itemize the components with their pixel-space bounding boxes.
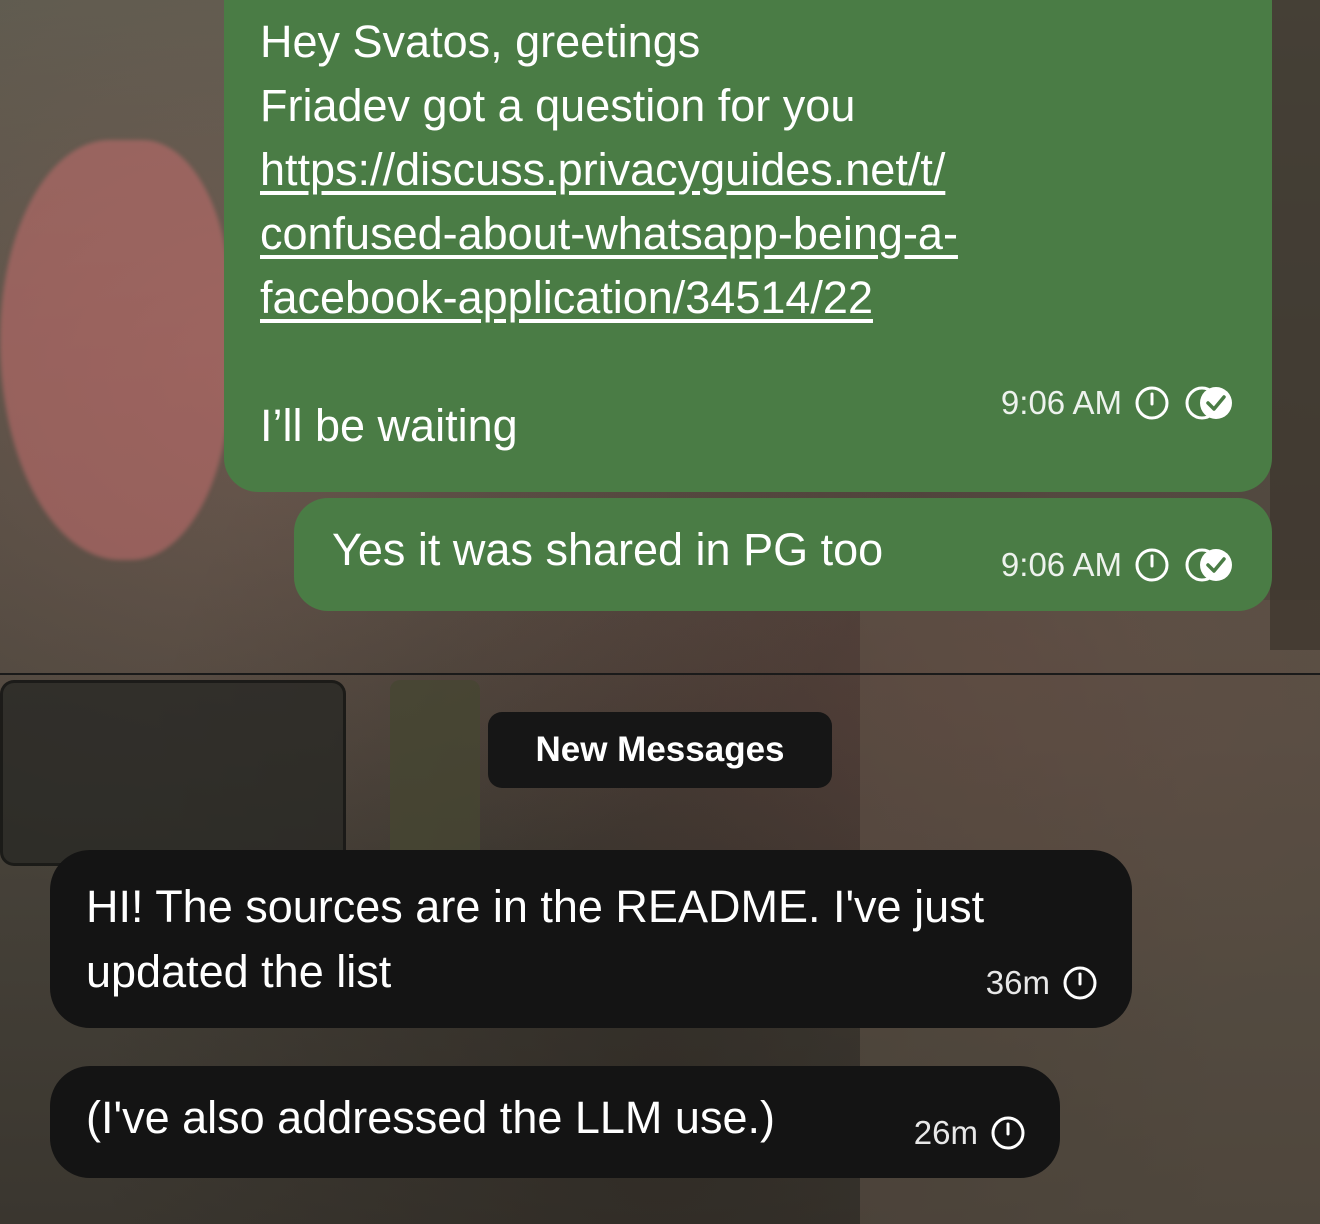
wallpaper-boot <box>390 680 480 870</box>
message-meta: 9:06 AM <box>1001 546 1236 584</box>
message-link[interactable]: confused-about-whatsapp-being-a- <box>260 208 958 259</box>
chat-view: Hey Svatos, greetings Friadev got a ques… <box>0 0 1320 1224</box>
message-meta: 9:06 AM <box>1001 384 1236 422</box>
timer-icon <box>991 1116 1025 1150</box>
read-receipt-icon <box>1185 548 1232 582</box>
message-text: Hey Svatos, greetings Friadev got a ques… <box>260 10 958 458</box>
message-text: (I've also addressed the LLM use.) <box>86 1092 775 1143</box>
new-messages-separator: New Messages <box>488 712 832 788</box>
message-meta: 36m <box>986 964 1098 1002</box>
message-line: HI! The sources are in the README. I've … <box>86 881 985 932</box>
divider-line <box>0 673 1320 675</box>
message-link[interactable]: https://discuss.privacyguides.net/t/ <box>260 144 945 195</box>
message-bubble-outgoing[interactable]: Hey Svatos, greetings Friadev got a ques… <box>224 0 1272 492</box>
message-time: 26m <box>913 1114 978 1151</box>
message-meta: 26m <box>914 1114 1026 1152</box>
message-line: Friadev got a question for you <box>260 80 856 131</box>
message-time: 9:06 AM <box>1000 384 1122 421</box>
message-bubble-incoming[interactable]: HI! The sources are in the README. I've … <box>50 850 1132 1028</box>
message-line: updated the list <box>86 946 392 997</box>
message-spacer <box>260 330 958 394</box>
message-text: HI! The sources are in the README. I've … <box>86 874 984 1004</box>
message-line: I’ll be waiting <box>260 400 518 451</box>
message-text: Yes it was shared in PG too <box>332 524 884 575</box>
wallpaper-suitcase <box>0 680 346 866</box>
message-link[interactable]: facebook-application/34514/22 <box>260 272 873 323</box>
timer-icon <box>1135 386 1169 420</box>
timer-icon <box>1135 548 1169 582</box>
message-line: Hey Svatos, greetings <box>260 16 701 67</box>
timer-icon <box>1063 966 1097 1000</box>
read-receipt-icon <box>1185 386 1232 420</box>
message-time: 9:06 AM <box>1000 546 1122 583</box>
wallpaper-tree <box>1270 0 1320 650</box>
wallpaper-character <box>0 140 230 560</box>
message-bubble-incoming[interactable]: (I've also addressed the LLM use.) 26m <box>50 1066 1060 1178</box>
message-time: 36m <box>985 964 1050 1001</box>
message-bubble-outgoing[interactable]: Yes it was shared in PG too 9:06 AM <box>294 498 1272 611</box>
